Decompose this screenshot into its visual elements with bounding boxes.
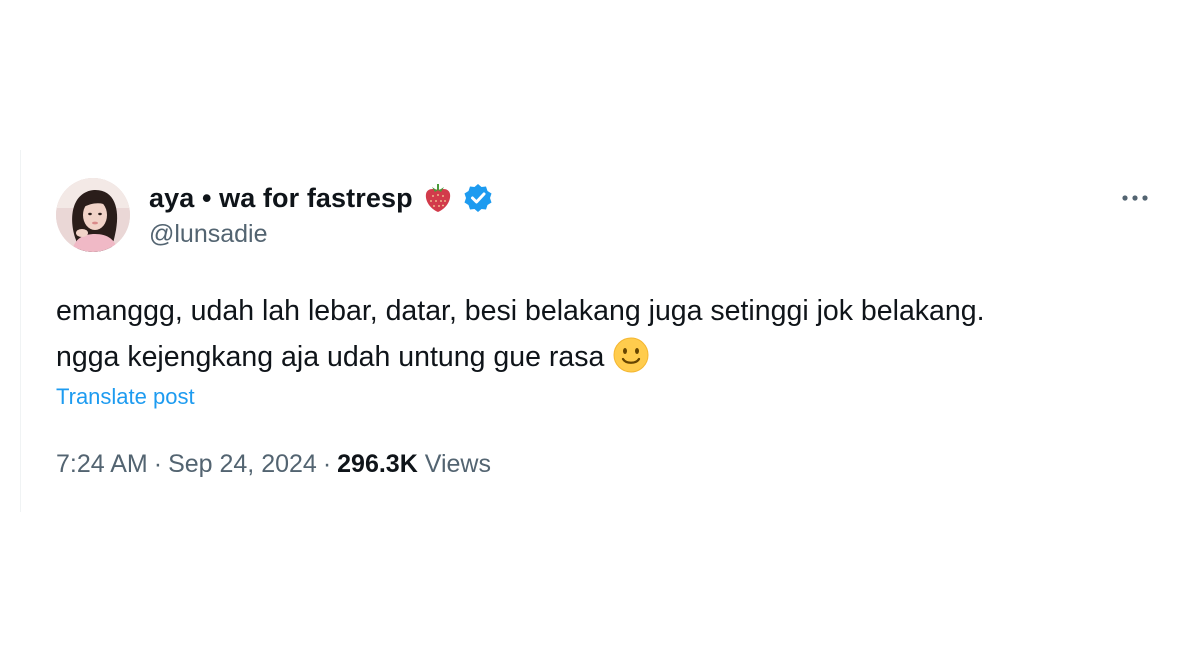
author-display-name[interactable]: aya • wa for fastresp [149,183,413,214]
views-count[interactable]: 296.3K [337,450,418,478]
author-row: aya • wa for fastresp [149,180,493,216]
strawberry-icon [423,182,453,214]
translate-post-link[interactable]: Translate post [56,384,195,410]
author-handle[interactable]: @lunsadie [149,220,268,249]
post-card: aya • wa for fastresp @lunsadie emanggg,… [20,150,1181,512]
post-time[interactable]: 7:24 AM [56,450,148,478]
post-date[interactable]: Sep 24, 2024 [168,450,317,478]
post-text-line-1: emanggg, udah lah lebar, datar, besi bel… [56,295,985,327]
verified-badge-icon[interactable] [463,183,493,213]
meta-separator: · [153,450,163,478]
more-horizontal-icon [1122,195,1148,201]
post-text-line-2: ngga kejengkang aja udah untung gue rasa [56,334,1166,380]
slightly-smiling-face-icon [612,336,650,374]
post-meta: 7:24 AM · Sep 24, 2024 · 296.3K Views [56,450,491,479]
views-label: Views [424,450,491,478]
meta-separator: · [322,450,332,478]
post-text: emanggg, udah lah lebar, datar, besi bel… [56,288,1166,380]
avatar-photo [56,178,130,252]
avatar[interactable] [56,178,130,252]
post-text-line-2-text: ngga kejengkang aja udah untung gue rasa [56,341,605,373]
more-options-button[interactable] [1115,183,1155,213]
